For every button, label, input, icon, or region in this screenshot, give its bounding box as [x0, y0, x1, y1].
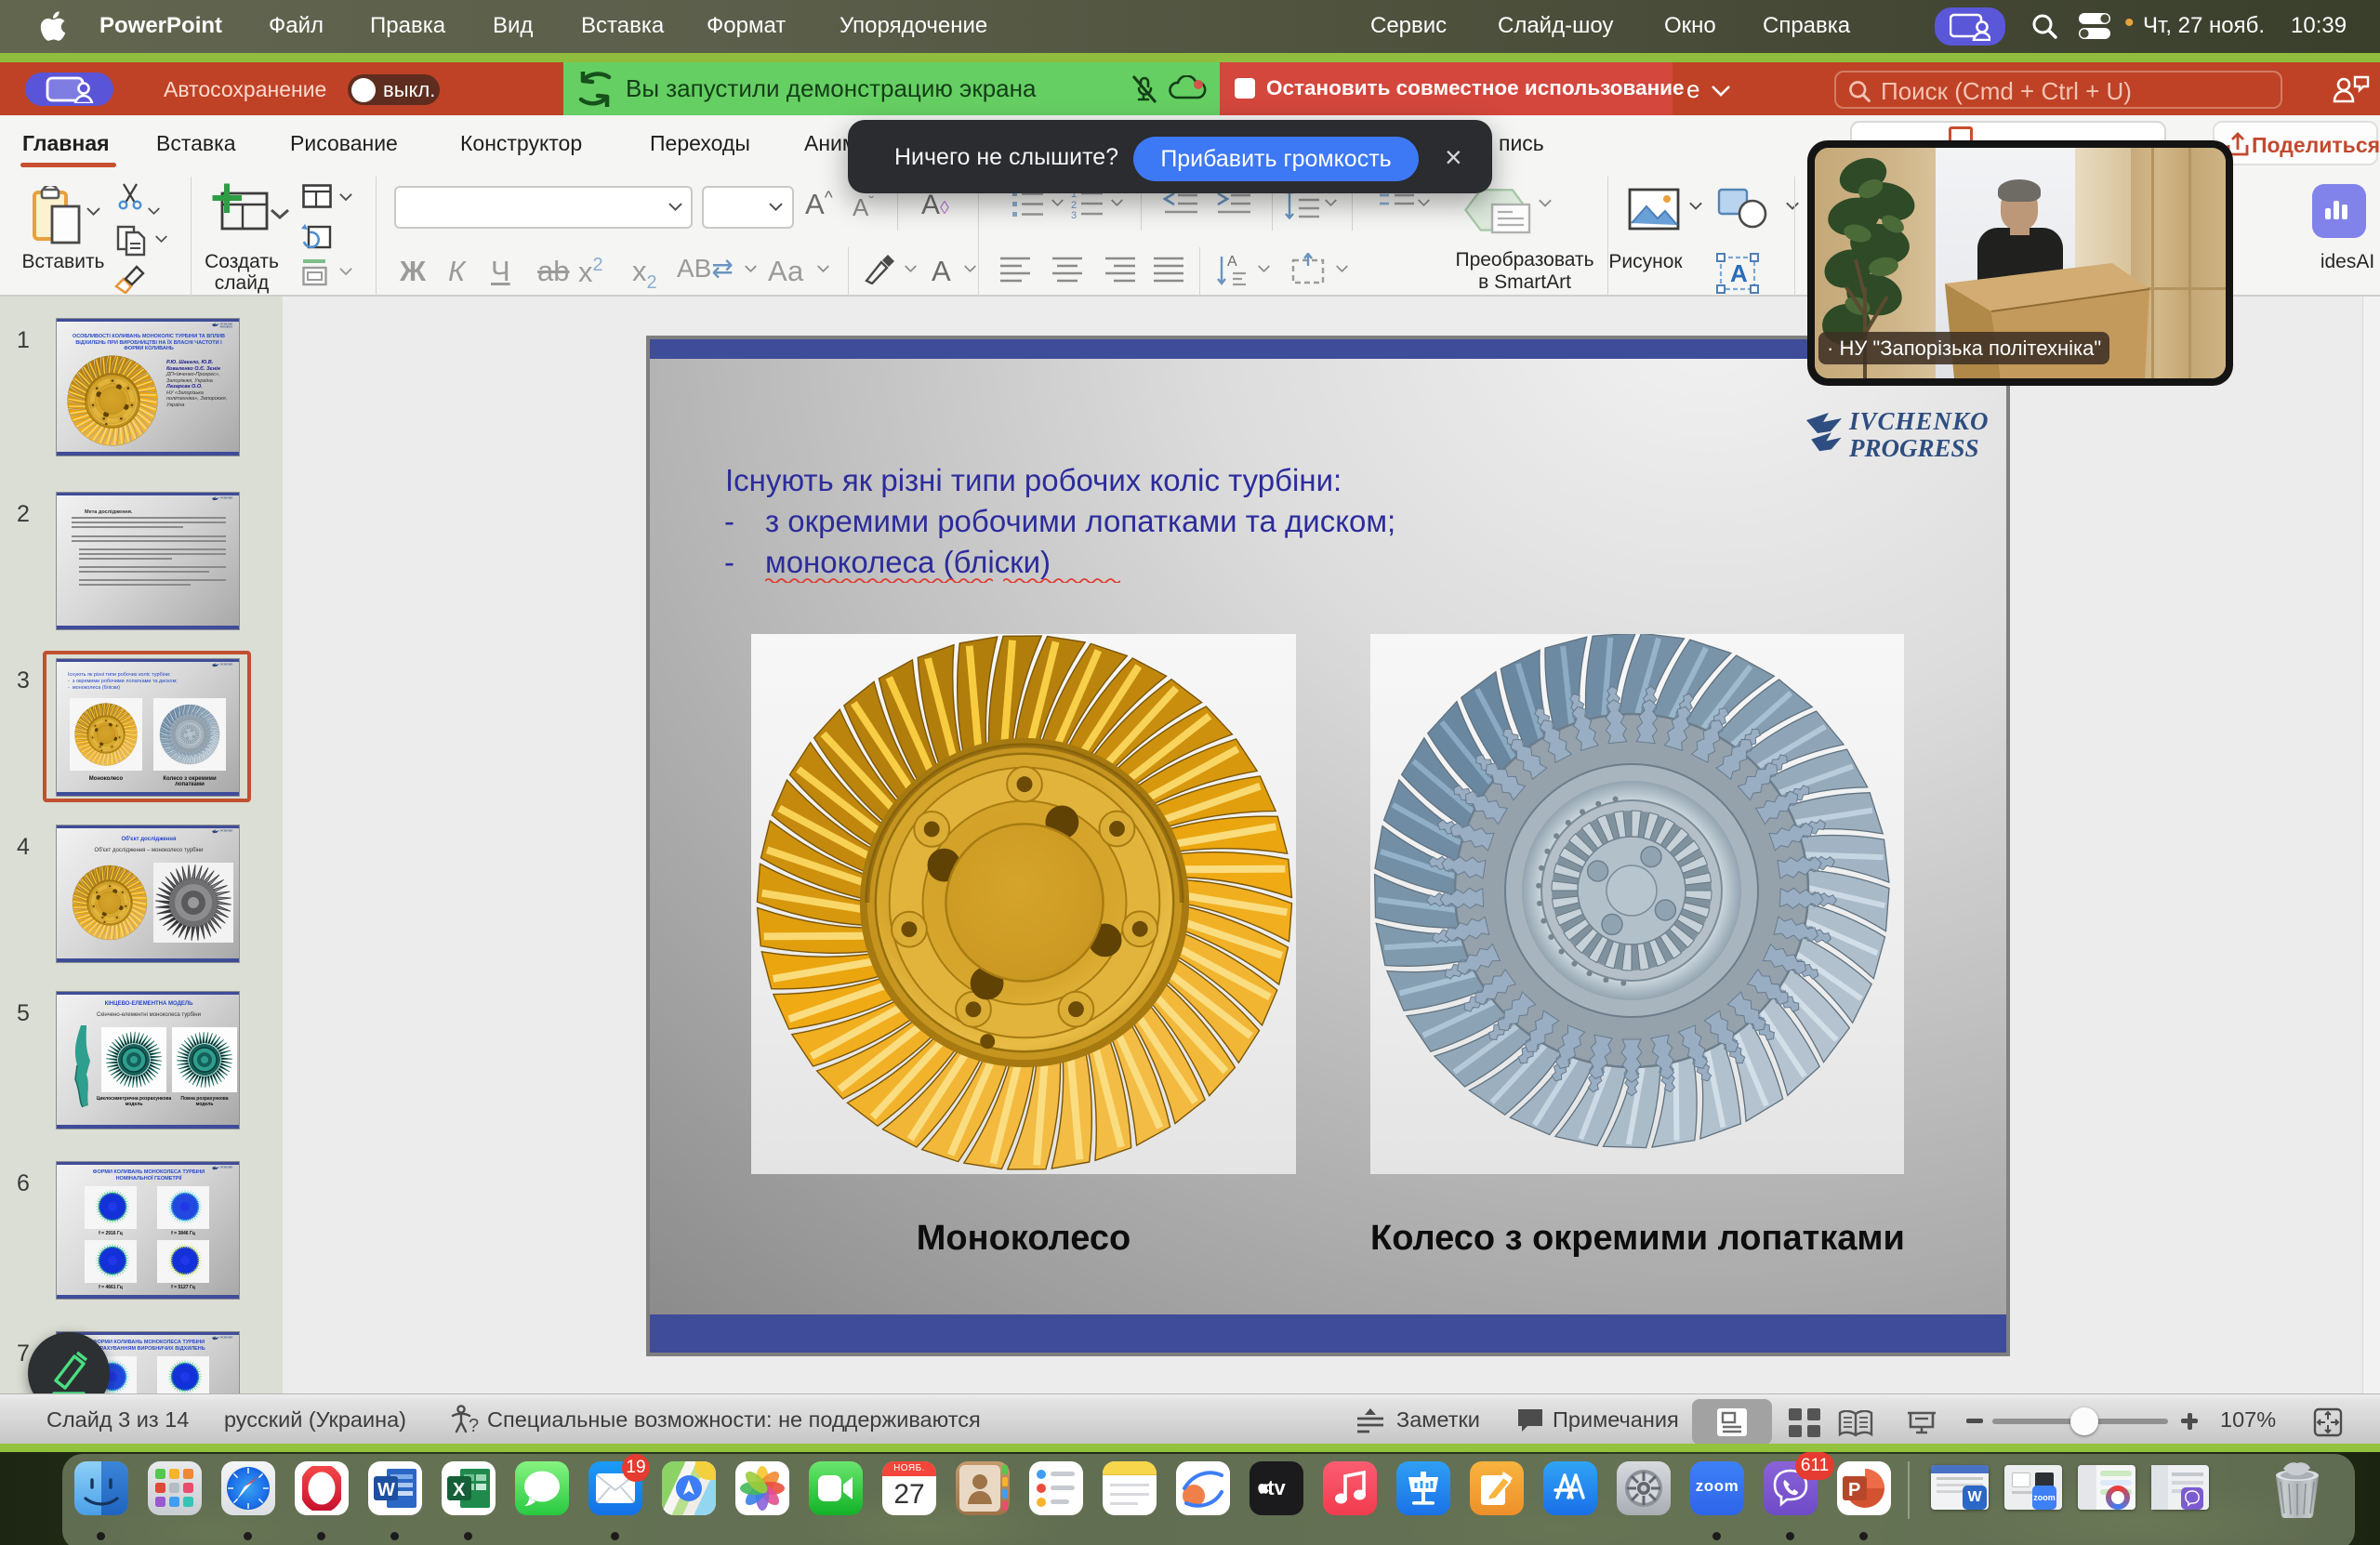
svg-text:W: W — [377, 1480, 395, 1500]
svg-text:A: A — [1730, 259, 1748, 287]
svg-text:IVCHENKO: IVCHENKO — [219, 664, 233, 667]
svg-text:IVCHENKO: IVCHENKO — [219, 324, 233, 326]
svg-text:PROGRESS: PROGRESS — [220, 326, 233, 329]
svg-text:3: 3 — [1071, 210, 1077, 219]
svg-text:P: P — [1848, 1480, 1860, 1500]
svg-text:?: ? — [469, 1416, 479, 1436]
svg-text:А: А — [1227, 254, 1237, 270]
svg-text:IVCHENKO: IVCHENKO — [219, 497, 233, 500]
svg-text:IVCHENKO: IVCHENKO — [219, 830, 233, 833]
svg-text:X: X — [453, 1480, 466, 1500]
